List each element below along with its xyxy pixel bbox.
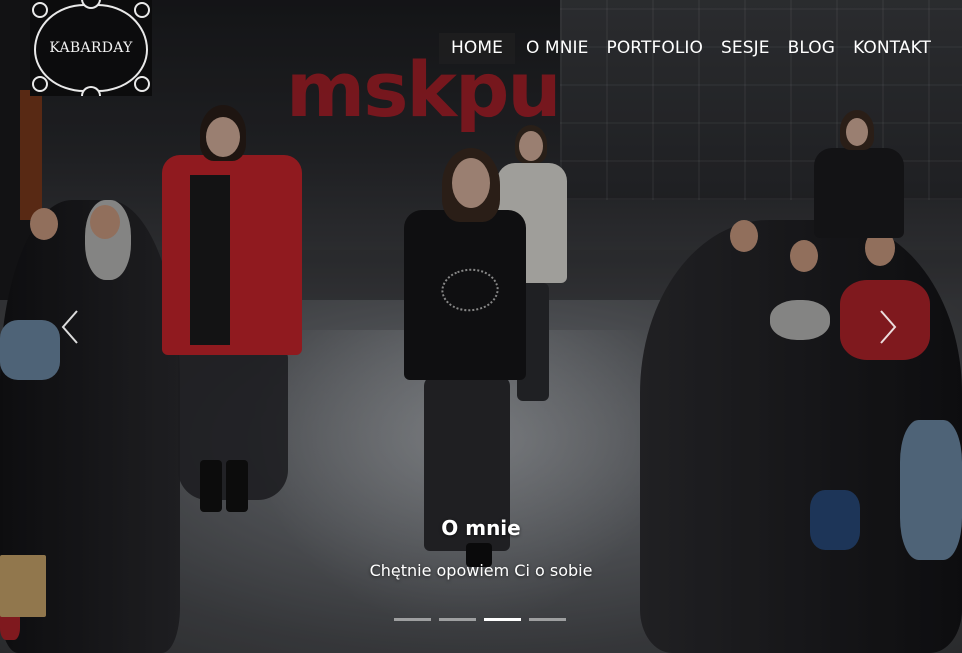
carousel-prev-button[interactable] (50, 307, 90, 347)
nav-home[interactable]: HOME (438, 33, 515, 64)
nav-kontakt[interactable]: KONTAKT (846, 33, 938, 64)
chevron-left-icon (61, 310, 78, 344)
logo-text: KABARDAY (49, 40, 133, 56)
carousel-next-button[interactable] (868, 307, 908, 347)
slide-dark-overlay (0, 0, 962, 653)
site-logo[interactable]: KABARDAY (30, 0, 152, 96)
nav-o-mnie[interactable]: O MNIE (519, 33, 596, 64)
carousel-indicator-active[interactable] (484, 618, 521, 621)
nav-blog[interactable]: BLOG (781, 33, 842, 64)
carousel-indicator[interactable] (394, 618, 431, 621)
slide-subtitle: Chętnie opowiem Ci o sobie (369, 561, 593, 580)
carousel-indicators (394, 618, 566, 621)
hero-carousel: mskpu KABARDAY HOME O MNIE PORTFOLIO SES… (0, 0, 962, 653)
slide-title: O mnie (441, 516, 521, 540)
carousel-indicator[interactable] (529, 618, 566, 621)
carousel-indicator[interactable] (439, 618, 476, 621)
nav-portfolio[interactable]: PORTFOLIO (599, 33, 710, 64)
main-nav: HOME O MNIE PORTFOLIO SESJE BLOG KONTAKT (438, 33, 938, 64)
nav-sesje[interactable]: SESJE (714, 33, 777, 64)
chevron-right-icon (880, 310, 897, 344)
